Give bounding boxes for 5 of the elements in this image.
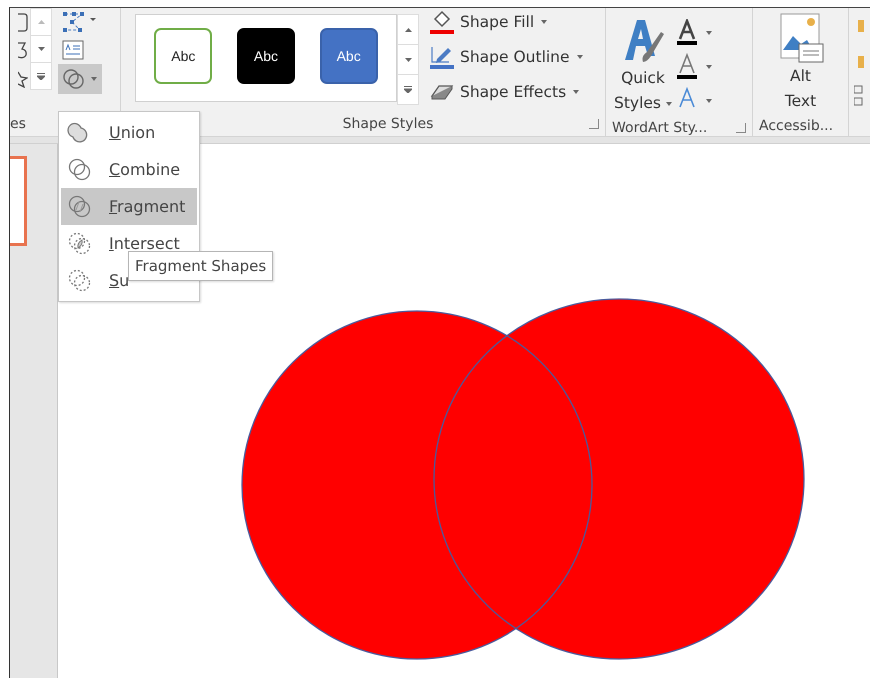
group-label: es [10, 116, 26, 132]
group-label: Accessib... [759, 118, 834, 134]
tooltip: Fragment Shapes [128, 251, 274, 281]
group-label: WordArt Sty... [612, 120, 708, 136]
group-label: Shape Styles [342, 116, 434, 132]
